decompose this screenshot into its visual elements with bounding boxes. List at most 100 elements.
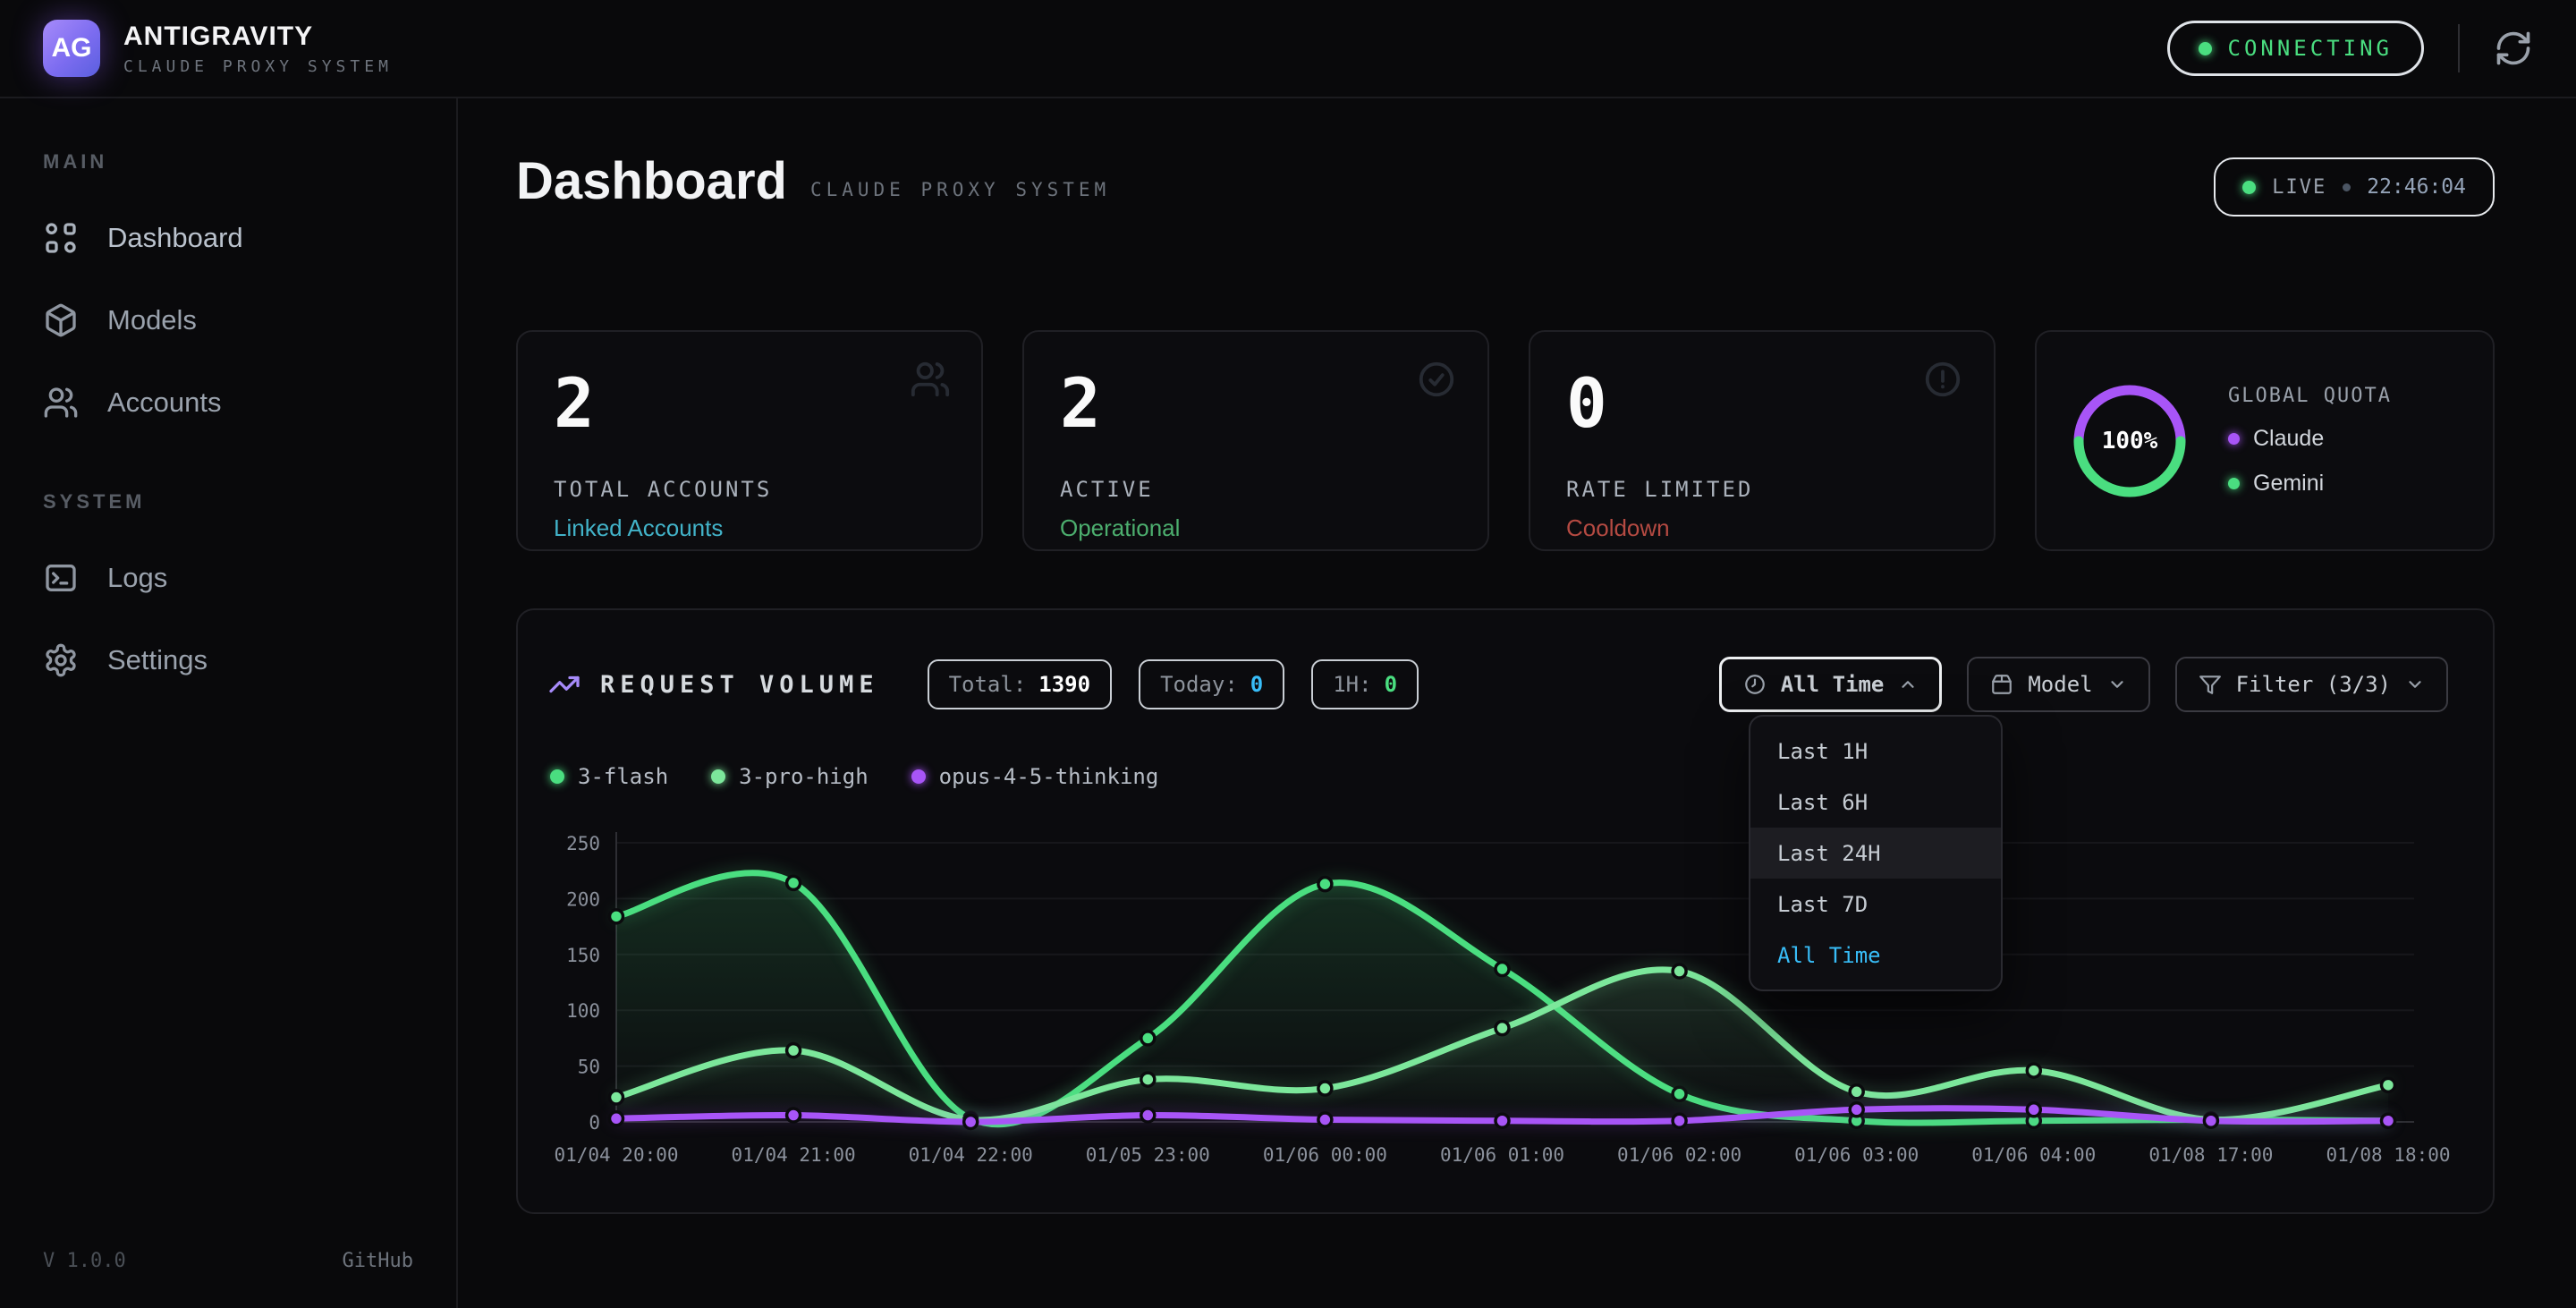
filter-button[interactable]: Filter (3/3) <box>2175 657 2448 712</box>
total-pill-value: 1390 <box>1038 672 1090 697</box>
stat-label: ACTIVE <box>1060 477 1452 502</box>
stat-card-active: 2 ACTIVE Operational <box>1022 330 1489 551</box>
quota-legend-gemini: Gemini <box>2228 471 2392 497</box>
live-label: LIVE <box>2272 176 2326 199</box>
sidebar-item-dashboard[interactable]: Dashboard <box>27 197 429 279</box>
sidebar-item-accounts[interactable]: Accounts <box>27 361 429 444</box>
app-root: AG ANTIGRAVITY CLAUDE PROXY SYSTEM CONNE… <box>0 0 2576 1308</box>
quota-label: GLOBAL QUOTA <box>2228 385 2392 407</box>
stat-value: 2 <box>1060 369 1452 437</box>
chevron-down-icon <box>2107 675 2127 694</box>
legend-label: opus-4-5-thinking <box>939 764 1159 789</box>
sidebar-section-main: MAIN <box>43 150 413 174</box>
sidebar-item-models[interactable]: Models <box>27 279 429 361</box>
svg-text:01/04 20:00: 01/04 20:00 <box>554 1144 678 1166</box>
legend-dot <box>550 769 564 784</box>
dropdown-item-last-1h[interactable]: Last 1H <box>1750 726 2001 777</box>
live-time: 22:46:04 <box>2367 175 2466 199</box>
sidebar-item-label: Settings <box>107 644 208 676</box>
page-subtitle: CLAUDE PROXY SYSTEM <box>810 179 1110 200</box>
filter-label: Filter (3/3) <box>2236 672 2391 697</box>
volume-panel-header: REQUEST VOLUME Total: 1390 Today: 0 1H: … <box>548 657 2448 712</box>
terminal-icon <box>43 560 79 596</box>
today-pill-value: 0 <box>1250 672 1263 697</box>
stat-card-total-accounts: 2 TOTAL ACCOUNTS Linked Accounts <box>516 330 983 551</box>
quota-percent: 100% <box>2069 380 2190 502</box>
volume-panel-buttons: All Time <box>1719 657 2448 712</box>
svg-text:01/06 03:00: 01/06 03:00 <box>1794 1144 1919 1166</box>
request-volume-panel: REQUEST VOLUME Total: 1390 Today: 0 1H: … <box>516 608 2495 1214</box>
app-name: ANTIGRAVITY <box>123 21 393 52</box>
sidebar-item-label: Logs <box>107 562 167 594</box>
svg-text:01/06 02:00: 01/06 02:00 <box>1617 1144 1741 1166</box>
stat-value: 2 <box>554 369 945 437</box>
hour-pill: 1H: 0 <box>1311 659 1419 709</box>
legend-dot <box>711 769 725 784</box>
request-volume-chart: 05010015020025001/04 20:0001/04 21:0001/… <box>518 814 2496 1208</box>
quota-ring: 100% <box>2069 380 2190 502</box>
connection-status-dot <box>2199 42 2212 55</box>
top-bar: AG ANTIGRAVITY CLAUDE PROXY SYSTEM CONNE… <box>0 0 2576 98</box>
github-link[interactable]: GitHub <box>343 1250 413 1272</box>
svg-text:01/06 01:00: 01/06 01:00 <box>1440 1144 1564 1166</box>
sidebar-item-label: Models <box>107 304 197 336</box>
svg-text:01/08 18:00: 01/08 18:00 <box>2326 1144 2450 1166</box>
connection-status-badge: CONNECTING <box>2167 21 2425 76</box>
sidebar-section-system: SYSTEM <box>43 490 413 514</box>
grid-icon <box>43 220 79 256</box>
svg-text:01/08 17:00: 01/08 17:00 <box>2148 1144 2273 1166</box>
global-quota-card: 100% GLOBAL QUOTA Claude Gemini <box>2035 330 2495 551</box>
dropdown-item-all-time[interactable]: All Time <box>1750 930 2001 981</box>
hour-pill-value: 0 <box>1385 672 1397 697</box>
app-title-block: ANTIGRAVITY CLAUDE PROXY SYSTEM <box>123 21 393 76</box>
volume-title: REQUEST VOLUME <box>600 671 879 699</box>
package-icon <box>1990 673 2013 696</box>
stat-cards-row: 2 TOTAL ACCOUNTS Linked Accounts 2 ACTIV… <box>516 330 2495 551</box>
claude-dot <box>2228 433 2240 445</box>
sidebar: MAIN Dashboard Models <box>0 98 458 1308</box>
gemini-label: Gemini <box>2253 471 2324 497</box>
topbar-divider <box>2458 24 2460 72</box>
quota-legend-claude: Claude <box>2228 426 2392 452</box>
dropdown-item-last-6h[interactable]: Last 6H <box>1750 777 2001 828</box>
volume-title-wrap: REQUEST VOLUME <box>548 668 879 701</box>
dropdown-item-last-7d[interactable]: Last 7D <box>1750 879 2001 930</box>
gear-icon <box>43 642 79 678</box>
cube-icon <box>43 302 79 338</box>
legend-item-opus: opus-4-5-thinking <box>911 764 1159 789</box>
today-pill: Today: 0 <box>1139 659 1284 709</box>
svg-text:01/04 22:00: 01/04 22:00 <box>909 1144 1033 1166</box>
stat-label: TOTAL ACCOUNTS <box>554 477 945 502</box>
trending-up-icon <box>548 668 580 701</box>
svg-text:50: 50 <box>578 1057 600 1078</box>
dropdown-item-last-24h[interactable]: Last 24H <box>1750 828 2001 879</box>
version-label: V 1.0.0 <box>43 1250 126 1272</box>
separator-dot <box>2343 183 2351 191</box>
svg-text:01/04 21:00: 01/04 21:00 <box>732 1144 856 1166</box>
svg-text:01/06 04:00: 01/06 04:00 <box>1971 1144 2096 1166</box>
total-pill: Total: 1390 <box>928 659 1113 709</box>
svg-text:0: 0 <box>589 1112 600 1134</box>
chevron-down-icon <box>2405 675 2425 694</box>
stat-sub: Linked Accounts <box>554 514 945 542</box>
sidebar-item-settings[interactable]: Settings <box>27 619 429 701</box>
svg-text:01/05 23:00: 01/05 23:00 <box>1086 1144 1210 1166</box>
refresh-icon[interactable] <box>2494 29 2533 68</box>
stat-sub: Cooldown <box>1566 514 1958 542</box>
today-pill-label: Today: <box>1160 672 1238 697</box>
legend-item-3-pro-high: 3-pro-high <box>711 764 869 789</box>
stat-value: 0 <box>1566 369 1958 437</box>
svg-text:01/06 00:00: 01/06 00:00 <box>1263 1144 1387 1166</box>
connection-status-text: CONNECTING <box>2228 36 2394 61</box>
legend-item-3-flash: 3-flash <box>550 764 668 789</box>
hour-pill-label: 1H: <box>1333 672 1371 697</box>
sidebar-item-label: Dashboard <box>107 222 243 254</box>
claude-label: Claude <box>2253 426 2324 452</box>
time-range-button[interactable]: All Time <box>1719 657 1943 712</box>
svg-text:250: 250 <box>566 833 600 854</box>
page-title: Dashboard <box>516 152 787 212</box>
model-filter-button[interactable]: Model <box>1967 657 2149 712</box>
svg-text:150: 150 <box>566 945 600 966</box>
sidebar-item-logs[interactable]: Logs <box>27 537 429 619</box>
sidebar-item-label: Accounts <box>107 386 222 419</box>
